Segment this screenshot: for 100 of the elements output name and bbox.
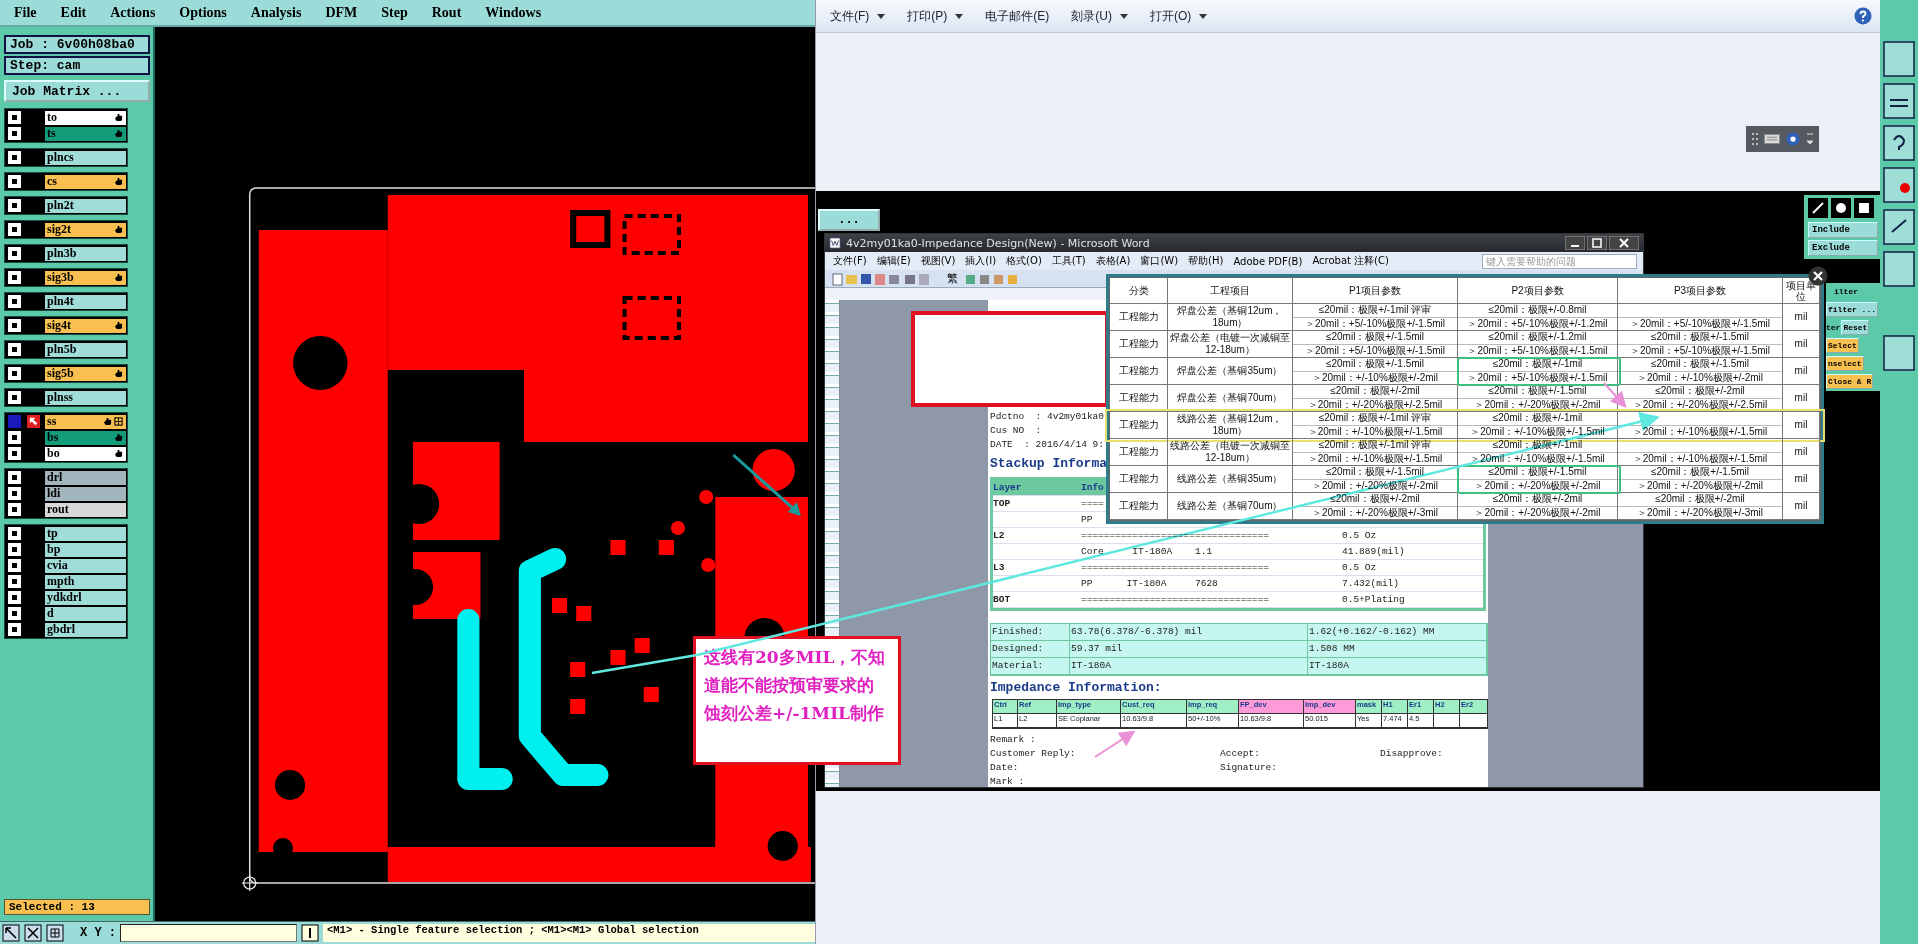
document-text: Cus NO : [990, 424, 1042, 438]
layer-item[interactable]: bp [45, 542, 126, 557]
tool-button[interactable]: Include [1808, 222, 1878, 238]
layer-item[interactable]: pln5b [45, 342, 126, 357]
filter-button[interactable]: filter ... [1826, 302, 1878, 317]
table-cell: ≤20mil：极限+/-1mil [1492, 358, 1583, 371]
layer-item[interactable]: gbdrl [45, 622, 126, 637]
menu-item[interactable]: Step [381, 4, 408, 21]
pipe-icon[interactable] [301, 924, 319, 942]
table-cell: ＞20mil：+/-10%极限+/-1.5mil [1307, 425, 1443, 438]
tool-button[interactable]: Select [1826, 338, 1859, 353]
menu-item[interactable]: File [14, 4, 37, 21]
table-cell: ＞20mil：+/-20%极限+/-2mil [1474, 479, 1601, 492]
menu-item[interactable]: 打印(P) [901, 5, 970, 27]
caret-icon[interactable] [1806, 131, 1814, 147]
menu-item[interactable]: 窗口(W) [1140, 254, 1179, 268]
help-icon[interactable] [1854, 7, 1872, 25]
layer-item[interactable]: cvia [45, 558, 126, 573]
layer-item[interactable]: d [45, 606, 126, 621]
menu-item[interactable]: Rout [431, 4, 462, 21]
menu-item[interactable]: 帮助(H) [1188, 254, 1224, 268]
layer-item[interactable]: tp [45, 526, 126, 541]
layer-item[interactable]: pln4t [45, 294, 126, 309]
tool-button[interactable]: Close & R [1826, 374, 1874, 389]
layer-item[interactable]: ldi [45, 486, 126, 501]
layer-item[interactable]: pln3b [45, 246, 126, 261]
tool-button[interactable]: nselect [1826, 356, 1864, 371]
column-header: P3项目参数 [1618, 278, 1783, 304]
menu-item[interactable]: Adobe PDF(B) [1233, 255, 1303, 267]
grid-tool-icon[interactable] [46, 924, 64, 942]
coordinate-field[interactable] [120, 924, 297, 942]
table-cell: PP IT-180A 7628 [1081, 578, 1218, 589]
grid-icon [114, 417, 123, 426]
menu-item[interactable]: 电子邮件(E) [979, 5, 1056, 27]
line-tool-icon[interactable] [1808, 198, 1828, 218]
layer-item[interactable]: ydkdrl [45, 590, 126, 605]
layer-item[interactable]: ts [45, 126, 126, 141]
circle-tool-icon[interactable] [1831, 198, 1851, 218]
layer-item[interactable]: sig2t [45, 222, 126, 237]
menu-item[interactable]: Options [179, 4, 227, 21]
menu-item[interactable]: Analysis [250, 4, 302, 21]
grip-icon[interactable] [1751, 131, 1759, 147]
table-cell: ＞20mil：+/-10%极限+/-1.5mil [1632, 425, 1768, 438]
close-icon[interactable] [1609, 236, 1639, 250]
maximize-icon[interactable] [1587, 236, 1607, 250]
toolbar-button[interactable]: 繁 [947, 271, 958, 286]
table-cell-text: 线路公差（基铜12um，18um） [1176, 413, 1284, 437]
table-cell: TOP [993, 498, 1011, 509]
layer-item[interactable]: bs [45, 430, 126, 445]
cross-tool-icon[interactable] [24, 924, 42, 942]
layer-item[interactable]: mpth [45, 574, 126, 589]
table-cell: ＞20mil：+5/-10%极限+/-1.5mil [1467, 371, 1608, 384]
select-tool-icon[interactable] [2, 924, 20, 942]
menu-item[interactable]: DFM [325, 4, 358, 21]
reset-button[interactable]: Reset [1841, 320, 1870, 335]
table-cell: ≤20mil：极限+/-1mil 评审 [1318, 412, 1432, 425]
job-matrix-button[interactable]: Job Matrix ... [4, 80, 150, 102]
menu-item[interactable]: 编辑(E) [876, 254, 911, 268]
layer-item[interactable]: bo [45, 446, 126, 461]
menu-item[interactable]: Acrobat 注释(C) [1312, 254, 1389, 268]
tool-button[interactable]: Exclude [1808, 240, 1878, 256]
layer-item[interactable]: ss [45, 414, 126, 429]
menu-item[interactable]: 文件(F) [824, 5, 892, 27]
layer-item[interactable]: sig3b [45, 270, 126, 285]
help-icon[interactable] [1785, 132, 1801, 146]
layer-item[interactable]: drl [45, 470, 126, 485]
menu-item[interactable]: 格式(O) [1006, 254, 1042, 268]
table-cell: ≤20mil：极限+/-1.5mil [1326, 466, 1424, 479]
table-cell: ＞20mil：+5/-10%极限+/-1.5mil [1629, 317, 1770, 330]
layer-item[interactable]: sig4t [45, 318, 126, 333]
annotation-arrow [1094, 730, 1136, 758]
layer-item[interactable]: sig5b [45, 366, 126, 381]
menu-item[interactable]: Windows [485, 4, 542, 21]
menu-item[interactable]: 刻录(U) [1065, 5, 1134, 27]
table-cell: ==== [1081, 498, 1104, 509]
square-tool-icon[interactable] [1854, 198, 1874, 218]
keyboard-icon[interactable] [1764, 132, 1780, 146]
layer-checkbox[interactable] [8, 415, 21, 428]
document-text: Mark : [990, 775, 1025, 789]
menu-item[interactable]: Edit [60, 4, 87, 21]
menu-item[interactable]: 视图(V) [920, 254, 956, 268]
layer-item[interactable]: rout [45, 502, 126, 517]
layer-item[interactable]: to [45, 110, 126, 125]
minimize-icon[interactable] [1565, 236, 1585, 250]
layer-item[interactable]: plncs [45, 150, 126, 165]
layer-item[interactable]: plnss [45, 390, 126, 405]
table-cell: 0.5 Oz [1342, 562, 1377, 573]
table-cell: ≤20mil：极限+/-1.5mil [1326, 358, 1424, 371]
table-cell: 焊盘公差（基铜35um） [1177, 365, 1283, 377]
more-button[interactable]: ... [818, 209, 880, 231]
menu-item[interactable]: 插入(I) [965, 254, 997, 268]
menu-item[interactable]: 打开(O) [1144, 5, 1214, 27]
table-cell: ＞20mil：+5/-10%极限+/-1.5mil [1304, 317, 1445, 330]
menu-item[interactable]: 表格(A) [1095, 254, 1131, 268]
layer-item[interactable]: pln2t [45, 198, 126, 213]
menu-item[interactable]: 文件(F) [833, 254, 867, 268]
table-cell: 工程能力 [1118, 365, 1159, 377]
menu-item[interactable]: Actions [110, 4, 156, 21]
layer-item[interactable]: cs [45, 174, 126, 189]
menu-item[interactable]: 工具(T) [1051, 254, 1086, 268]
